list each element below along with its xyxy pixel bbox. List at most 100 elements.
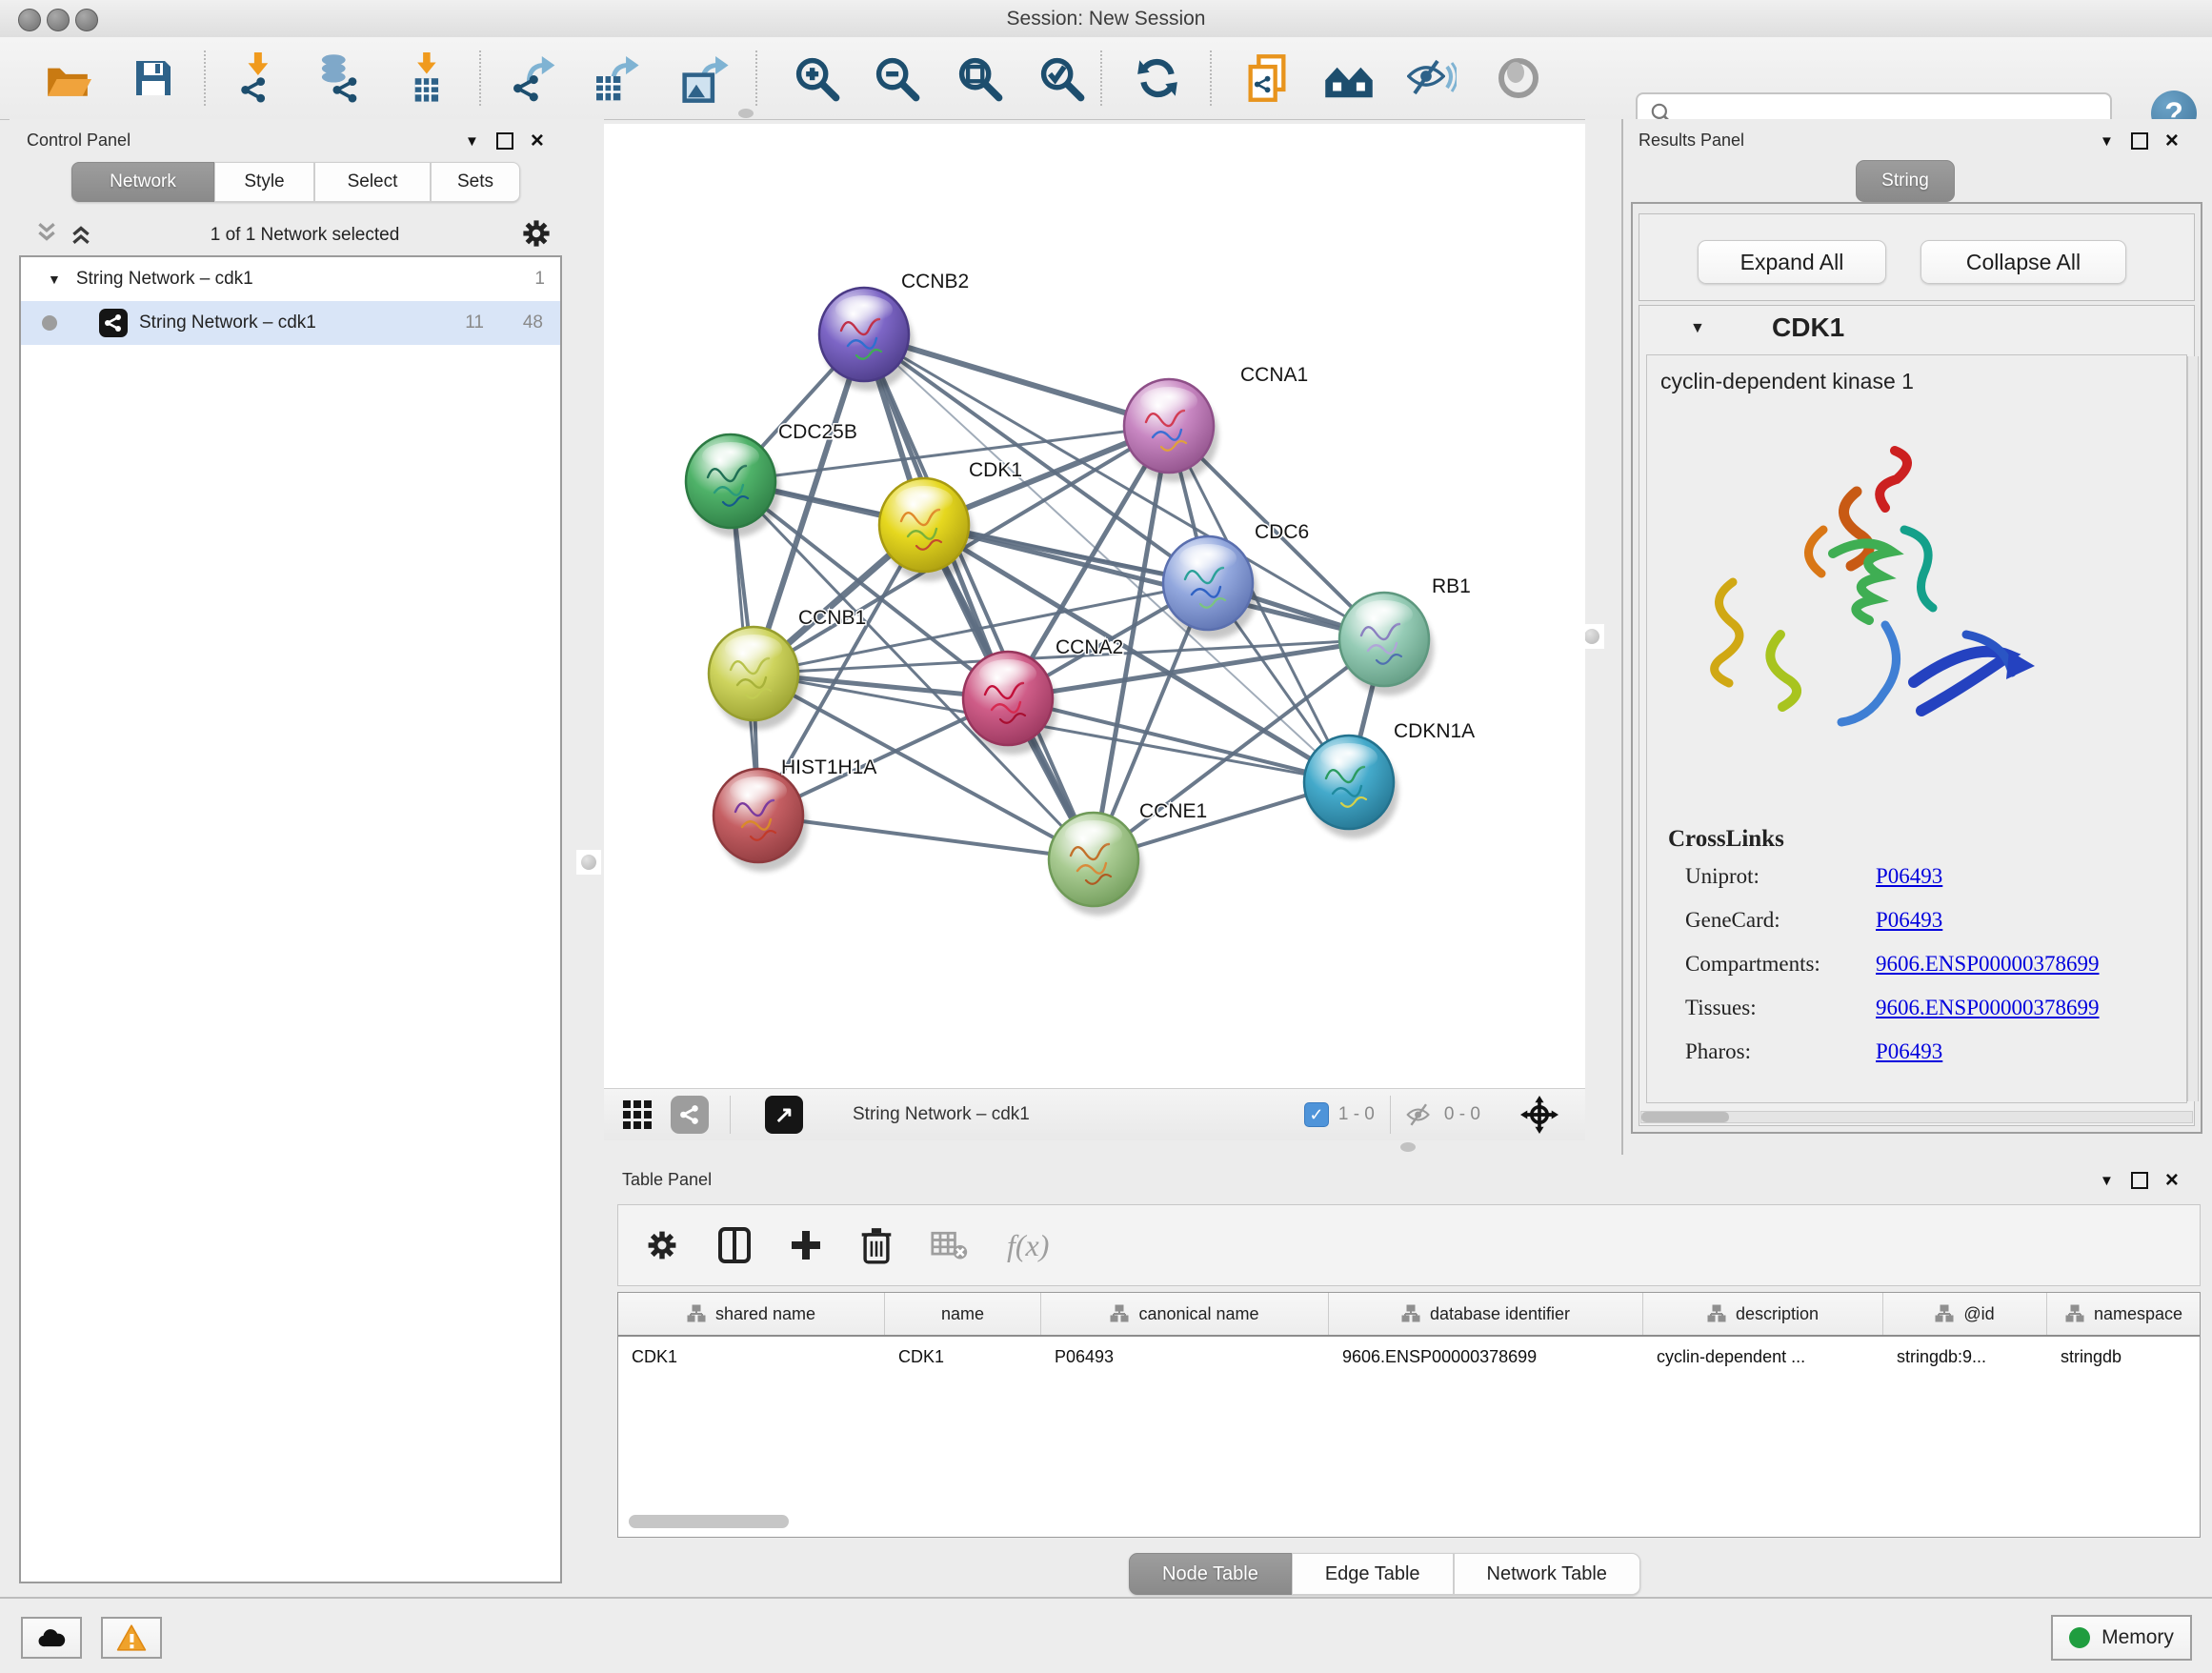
results-vertical-scrollbar[interactable] bbox=[2187, 356, 2199, 1101]
panel-menu-icon[interactable]: ▼ bbox=[2100, 1173, 2114, 1189]
save-session-icon[interactable] bbox=[123, 49, 184, 108]
column-header-database-identifier[interactable]: database identifier bbox=[1329, 1293, 1643, 1335]
network-view-icon[interactable] bbox=[671, 1096, 709, 1134]
export-image-icon[interactable] bbox=[674, 49, 735, 108]
table-cell[interactable]: stringdb:9... bbox=[1883, 1347, 2047, 1367]
function-builder-icon: f(x) bbox=[1007, 1228, 1049, 1263]
birds-eye-view-icon[interactable] bbox=[1520, 1096, 1558, 1134]
detach-view-icon[interactable]: ↗ bbox=[765, 1096, 803, 1134]
zoom-fit-icon[interactable] bbox=[949, 49, 1010, 108]
table-cell[interactable]: P06493 bbox=[1041, 1347, 1329, 1367]
refresh-icon[interactable] bbox=[1127, 49, 1188, 108]
table-splitter-handle[interactable] bbox=[1400, 1142, 1416, 1152]
crosslink-link[interactable]: 9606.ENSP00000378699 bbox=[1876, 996, 2200, 1020]
network-options-gear-icon[interactable] bbox=[520, 217, 553, 250]
results-horizontal-scrollbar[interactable] bbox=[1640, 1111, 2193, 1123]
network-canvas[interactable]: CCNB2CCNA1CDC25BCDK1CDC6RB1CCNB1CCNA2CDK… bbox=[604, 124, 1585, 1088]
tab-network[interactable]: Network bbox=[71, 162, 214, 202]
export-network-icon[interactable] bbox=[503, 49, 564, 108]
collection-expander-icon[interactable]: ▼ bbox=[48, 272, 61, 287]
tab-edge-table[interactable]: Edge Table bbox=[1292, 1553, 1454, 1595]
panel-float-icon[interactable] bbox=[496, 132, 513, 150]
crosslink-row: Tissues: 9606.ENSP00000378699 bbox=[1685, 996, 1757, 1020]
table-row[interactable]: CDK1CDK1P064939606.ENSP00000378699cyclin… bbox=[618, 1337, 2200, 1377]
expand-all-networks-icon[interactable] bbox=[69, 221, 91, 246]
network-row[interactable]: String Network – cdk1 11 48 bbox=[21, 301, 560, 345]
table-cell[interactable]: stringdb bbox=[2047, 1347, 2201, 1367]
table-cell[interactable]: cyclin-dependent ... bbox=[1643, 1347, 1883, 1367]
tab-network-table[interactable]: Network Table bbox=[1454, 1553, 1640, 1595]
table-horizontal-scrollbar[interactable] bbox=[629, 1515, 789, 1528]
zoom-in-icon[interactable] bbox=[786, 49, 847, 108]
collapse-all-networks-icon[interactable] bbox=[36, 221, 59, 246]
show-details-icon[interactable] bbox=[1488, 49, 1549, 108]
panel-menu-icon[interactable]: ▼ bbox=[2100, 133, 2114, 150]
tab-sets[interactable]: Sets bbox=[431, 162, 520, 202]
table-cell[interactable]: CDK1 bbox=[885, 1347, 1041, 1367]
column-header-name[interactable]: name bbox=[885, 1293, 1041, 1335]
gene-expander-icon[interactable]: ▼ bbox=[1690, 320, 1705, 337]
crosslink-link[interactable]: P06493 bbox=[1876, 1039, 2162, 1064]
warnings-button[interactable] bbox=[101, 1617, 162, 1659]
left-splitter-handle[interactable] bbox=[576, 850, 601, 875]
hide-details-icon[interactable] bbox=[1401, 49, 1462, 108]
cloud-icon bbox=[35, 1626, 68, 1649]
network-node[interactable] bbox=[1339, 593, 1434, 695]
column-header-canonical-name[interactable]: canonical name bbox=[1041, 1293, 1329, 1335]
network-node[interactable] bbox=[686, 434, 780, 537]
crosslink-link[interactable]: P06493 bbox=[1876, 908, 2162, 933]
crosslink-link[interactable]: P06493 bbox=[1876, 864, 2162, 889]
import-network-database-icon[interactable] bbox=[310, 49, 371, 108]
network-node[interactable] bbox=[1124, 379, 1218, 482]
left-splitter[interactable] bbox=[565, 119, 604, 1155]
expand-all-button[interactable]: Expand All bbox=[1698, 240, 1886, 284]
zoom-selected-icon[interactable] bbox=[1031, 49, 1092, 108]
table-cell[interactable]: 9606.ENSP00000378699 bbox=[1329, 1347, 1643, 1367]
current-network-dot bbox=[42, 315, 57, 331]
column-header--id[interactable]: @id bbox=[1883, 1293, 2047, 1335]
panel-float-icon[interactable] bbox=[2131, 1172, 2148, 1189]
top-splitter-handle[interactable] bbox=[738, 109, 754, 118]
network-node[interactable] bbox=[1049, 813, 1143, 916]
first-neighbors-icon[interactable] bbox=[1318, 49, 1379, 108]
export-table-icon[interactable] bbox=[585, 49, 646, 108]
panel-close-icon[interactable]: × bbox=[2165, 134, 2179, 148]
panel-close-icon[interactable]: × bbox=[2165, 1174, 2179, 1187]
zoom-out-icon[interactable] bbox=[866, 49, 927, 108]
grid-view-icon[interactable] bbox=[621, 1099, 654, 1131]
network-collection-row[interactable]: ▼ String Network – cdk1 1 bbox=[21, 257, 560, 301]
table-cell[interactable]: CDK1 bbox=[618, 1347, 885, 1367]
tab-select[interactable]: Select bbox=[314, 162, 431, 202]
network-node[interactable] bbox=[879, 478, 974, 581]
panel-close-icon[interactable]: × bbox=[531, 134, 544, 148]
collapse-all-button[interactable]: Collapse All bbox=[1920, 240, 2126, 284]
table-panel-title: Table Panel bbox=[622, 1170, 712, 1190]
column-header-namespace[interactable]: namespace bbox=[2047, 1293, 2201, 1335]
cloud-status-button[interactable] bbox=[21, 1617, 82, 1659]
tab-string[interactable]: String bbox=[1856, 160, 1955, 202]
hidden-items-eye-slash-icon bbox=[1404, 1103, 1437, 1126]
network-node[interactable] bbox=[1304, 736, 1398, 838]
column-header-description[interactable]: description bbox=[1643, 1293, 1883, 1335]
open-file-icon[interactable] bbox=[37, 49, 98, 108]
network-graph[interactable]: CCNB2CCNA1CDC25BCDK1CDC6RB1CCNB1CCNA2CDK… bbox=[604, 124, 1585, 1088]
clone-network-icon[interactable] bbox=[1237, 49, 1297, 108]
panel-menu-icon[interactable]: ▼ bbox=[465, 133, 479, 150]
panel-float-icon[interactable] bbox=[2131, 132, 2148, 150]
delete-columns-icon[interactable] bbox=[860, 1226, 893, 1264]
gene-symbol: CDK1 bbox=[1772, 312, 1844, 343]
network-node[interactable] bbox=[819, 288, 914, 391]
node-table[interactable]: shared namenamecanonical namedatabase id… bbox=[617, 1292, 2201, 1538]
show-columns-icon[interactable] bbox=[717, 1226, 752, 1264]
memory-button[interactable]: Memory bbox=[2051, 1615, 2192, 1661]
column-header-shared-name[interactable]: shared name bbox=[618, 1293, 885, 1335]
crosslink-link[interactable]: 9606.ENSP00000378699 bbox=[1876, 952, 2200, 977]
network-node[interactable] bbox=[714, 769, 808, 872]
table-options-gear-icon[interactable] bbox=[645, 1228, 679, 1262]
create-column-icon[interactable] bbox=[790, 1229, 822, 1261]
import-network-file-icon[interactable] bbox=[229, 49, 290, 108]
tab-style[interactable]: Style bbox=[214, 162, 314, 202]
selected-items-checkbox[interactable]: ✓ bbox=[1304, 1102, 1329, 1127]
import-table-icon[interactable] bbox=[397, 49, 458, 108]
tab-node-table[interactable]: Node Table bbox=[1129, 1553, 1292, 1595]
